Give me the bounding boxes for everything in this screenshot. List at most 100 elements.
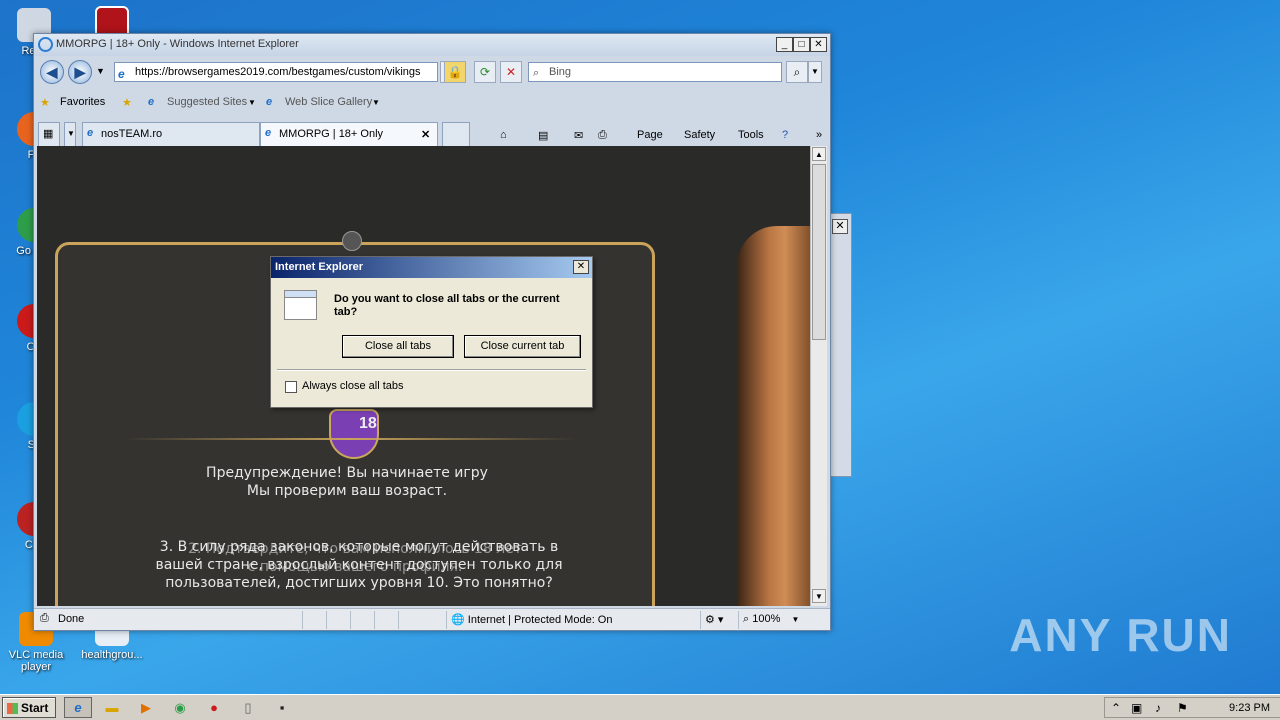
search-options-dropdown[interactable]: ▼	[808, 61, 822, 83]
refresh-icon[interactable]: ⟳	[474, 61, 496, 83]
age-badge-label: 18	[359, 415, 377, 432]
safety-menu[interactable]: Safety	[684, 129, 715, 141]
page-menu[interactable]: Page	[637, 129, 663, 141]
desktop-icon-label: healthgrou...	[81, 649, 143, 661]
tab-list-dropdown[interactable]: ▼	[64, 122, 76, 146]
taskbar-chrome-icon[interactable]: ◉	[166, 697, 194, 718]
taskbar-cmd-icon[interactable]: ▪	[268, 697, 296, 718]
add-favorites-icon[interactable]: ★	[122, 96, 132, 109]
anyrun-watermark: ANY RUN	[1009, 609, 1232, 661]
taskbar-opera-icon[interactable]: ●	[200, 697, 228, 718]
taskbar-media-player-icon[interactable]: ▶	[132, 697, 160, 718]
zoom-control[interactable]: ⌕ 100% ▼	[738, 611, 814, 629]
back-button[interactable]: ◀	[40, 60, 64, 84]
security-zone-label: Internet | Protected Mode: On	[467, 614, 613, 626]
close-all-tabs-button[interactable]: Close all tabs	[342, 335, 454, 358]
web-slice-gallery-link[interactable]: Web Slice Gallery	[285, 96, 372, 108]
scroll-thumb[interactable]	[812, 164, 826, 340]
taskbar-notepad-icon[interactable]: ▯	[234, 697, 262, 718]
more-commands-icon[interactable]: »	[816, 129, 822, 141]
start-button[interactable]: Start	[2, 697, 56, 718]
close-current-tab-button[interactable]: Close current tab	[464, 335, 581, 358]
page-status-icon: ⎙	[40, 612, 49, 624]
scroll-up-arrow-icon[interactable]: ▲	[812, 147, 826, 161]
legal-line: вашей стране, взрослый контент доступен …	[155, 557, 563, 573]
favorites-bar: ★ Favorites ★ e Suggested Sites ▼ e Web …	[34, 90, 830, 116]
dialog-title: Internet Explorer	[275, 261, 364, 273]
legal-text: 3. В силу ряда законов, которые могут де…	[99, 538, 619, 592]
tools-menu[interactable]: Tools	[738, 129, 764, 141]
close-button[interactable]: ✕	[810, 37, 827, 52]
status-segment	[350, 611, 372, 629]
new-tab-button[interactable]	[442, 122, 470, 146]
suggested-sites-link[interactable]: Suggested Sites	[167, 96, 247, 108]
home-icon[interactable]: ⌂	[500, 129, 507, 141]
always-close-label[interactable]: Always close all tabs	[302, 380, 404, 392]
window-title: MMORPG | 18+ Only - Windows Internet Exp…	[56, 38, 299, 50]
address-bar[interactable]: e https://browsergames2019.com/bestgames…	[114, 62, 438, 82]
ie-titlebar[interactable]: MMORPG | 18+ Only - Windows Internet Exp…	[34, 34, 830, 56]
zoom-level: 100%	[752, 613, 781, 625]
minimize-button[interactable]: _	[776, 37, 793, 52]
status-segment	[302, 611, 324, 629]
dialog-titlebar[interactable]: Internet Explorer ✕	[271, 257, 592, 278]
suggested-sites-dropdown-icon[interactable]: ▼	[248, 98, 256, 107]
warning-line: Предупреждение! Вы начинаете игру	[206, 465, 488, 481]
taskbar: Start e ▬ ▶ ◉ ● ▯ ▪ ⌃ ▣ ♪ ⚑ 9:23 PM	[0, 694, 1280, 720]
dialog-message: Do you want to close all tabs or the cur…	[334, 293, 560, 318]
favorites-star-icon: ★	[40, 97, 50, 109]
vertical-scrollbar[interactable]: ▲ ▼	[810, 146, 827, 606]
web-slice-dropdown-icon[interactable]: ▼	[372, 98, 380, 107]
ie-page-icon: e	[265, 127, 272, 139]
age-badge-icon: 18	[329, 409, 379, 459]
ie-logo-icon	[38, 37, 53, 52]
globe-icon: 🌐	[451, 614, 465, 626]
search-input[interactable]: ⌕ Bing	[528, 62, 782, 82]
search-button[interactable]: ⌕	[786, 61, 808, 83]
zoom-icon: ⌕	[743, 613, 750, 625]
stop-icon[interactable]: ✕	[500, 61, 522, 83]
tray-expand-icon[interactable]: ⌃	[1111, 701, 1121, 715]
tab-row: ▦ ▼ e nosTEAM.ro e MMORPG | 18+ Only ✕ ⌂…	[34, 120, 830, 146]
search-icon: ⌕	[533, 67, 540, 79]
taskbar-ie-icon[interactable]: e	[64, 697, 92, 718]
always-close-checkbox[interactable]	[285, 381, 297, 393]
close-tabs-dialog: Internet Explorer ✕ Do you want to close…	[270, 256, 593, 408]
desktop-icon-label: VLC media player	[8, 649, 64, 673]
protected-mode-icon[interactable]: ⚙ ▾	[700, 611, 736, 629]
status-text: Done	[58, 613, 85, 625]
help-icon[interactable]: ?	[782, 129, 788, 141]
background-window-close-button[interactable]: ✕	[832, 219, 848, 234]
feeds-icon[interactable]: ▤	[538, 129, 548, 142]
tab-label: MMORPG | 18+ Only	[279, 128, 384, 140]
volume-icon[interactable]: ♪	[1155, 701, 1161, 715]
favorites-button[interactable]: Favorites	[60, 96, 105, 108]
zoom-dropdown-icon[interactable]: ▼	[791, 615, 799, 624]
quick-tabs-button[interactable]: ▦	[38, 122, 60, 146]
tab-mmorpg[interactable]: e MMORPG | 18+ Only ✕	[260, 122, 438, 146]
status-bar: ⎙ Done 🌐 Internet | Protected Mode: On ⚙…	[34, 608, 830, 630]
tabs-window-icon	[284, 290, 317, 320]
recent-pages-dropdown-icon[interactable]: ▼	[96, 66, 105, 76]
security-zone[interactable]: 🌐 Internet | Protected Mode: On	[446, 611, 696, 629]
dialog-close-button[interactable]: ✕	[573, 260, 589, 274]
lock-icon[interactable]: 🔒	[444, 61, 466, 83]
taskbar-explorer-icon[interactable]: ▬	[98, 697, 126, 718]
network-icon[interactable]: ▣	[1131, 701, 1142, 715]
warning-line: Мы проверим ваш возраст.	[246, 483, 448, 499]
action-center-flag-icon[interactable]: ⚑	[1177, 701, 1188, 715]
status-segment	[374, 611, 396, 629]
scroll-down-arrow-icon[interactable]: ▼	[812, 589, 826, 603]
maximize-button[interactable]: □	[793, 37, 810, 52]
tab-nosteam[interactable]: e nosTEAM.ro	[82, 122, 260, 146]
mail-icon[interactable]: ✉	[574, 129, 583, 142]
forward-button[interactable]: ▶	[68, 60, 92, 84]
background-window[interactable]: ✕	[828, 213, 852, 477]
print-icon[interactable]: ⎙	[598, 129, 607, 142]
legal-line: пользователей, достигших уровня 10. Это …	[165, 575, 553, 591]
character-image	[737, 226, 810, 606]
address-row: ◀ ▶ ▼ e https://browsergames2019.com/bes…	[34, 56, 830, 86]
tab-close-button[interactable]: ✕	[421, 128, 430, 141]
clock[interactable]: 9:23 PM	[1229, 702, 1270, 714]
ie-page-icon: e	[87, 127, 94, 139]
